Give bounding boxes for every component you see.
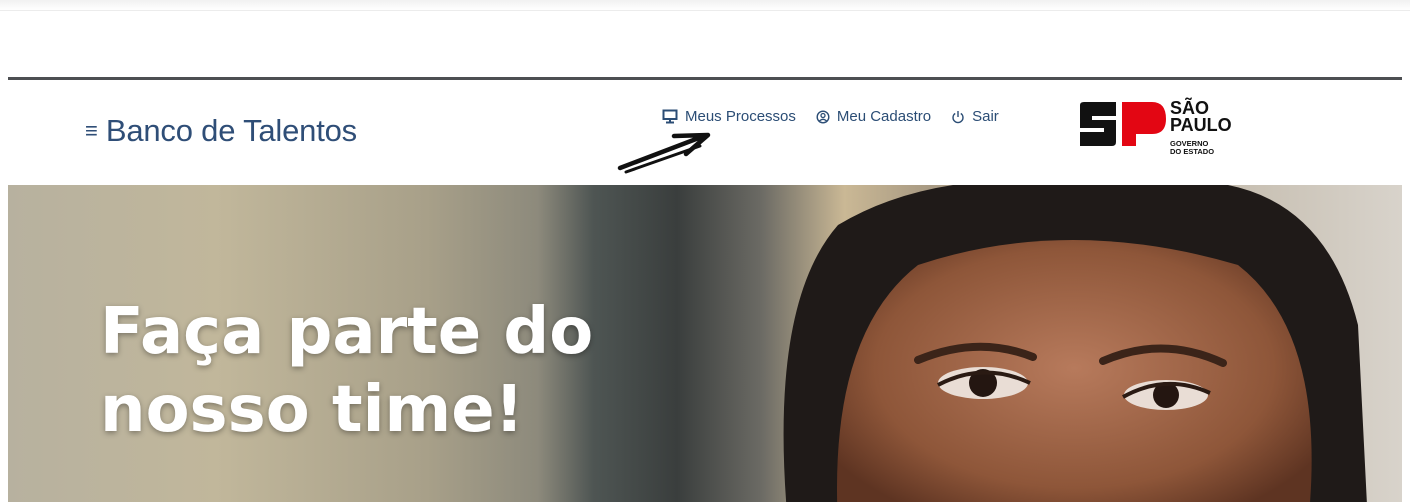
user-circle-icon <box>816 109 830 124</box>
hero-portrait <box>783 185 1367 502</box>
site-frame: ≡ Banco de Talentos Meus Processos Meu C… <box>8 77 1402 502</box>
brand-link[interactable]: ≡ Banco de Talentos <box>85 113 357 149</box>
top-nav: Meus Processos Meu Cadastro Sair <box>662 108 999 125</box>
logo-line-paulo: PAULO <box>1170 115 1232 135</box>
hamburger-icon[interactable]: ≡ <box>85 120 98 142</box>
sp-logo-icon <box>1080 102 1166 146</box>
nav-meus-processos[interactable]: Meus Processos <box>662 108 796 125</box>
site-title: Banco de Talentos <box>105 113 357 148</box>
site-header: ≡ Banco de Talentos Meus Processos Meu C… <box>8 80 1402 185</box>
nav-label: Meu Cadastro <box>836 108 932 125</box>
hero-title: Faça parte do nosso time! <box>100 295 594 447</box>
power-icon <box>951 110 965 124</box>
monitor-icon <box>662 109 678 124</box>
logo-wordmark: SÃO PAULO <box>1170 99 1232 135</box>
logo-line-estado: DO ESTADO <box>1170 147 1215 156</box>
nav-label: Sair <box>972 108 999 125</box>
nav-sair[interactable]: Sair <box>951 108 999 125</box>
hero-banner: Faça parte do nosso time! <box>8 185 1402 502</box>
page: ≡ Banco de Talentos Meus Processos Meu C… <box>0 0 1410 502</box>
nav-meu-cadastro[interactable]: Meu Cadastro <box>816 108 931 125</box>
annotation-arrow-icon <box>617 132 711 174</box>
nav-label: Meus Processos <box>685 108 796 125</box>
logo-subtitle: GOVERNO DO ESTADO <box>1170 140 1214 156</box>
sp-government-logo[interactable]: SÃO PAULO GOVERNO DO ESTADO <box>1078 99 1248 170</box>
browser-top-bar <box>0 0 1410 11</box>
